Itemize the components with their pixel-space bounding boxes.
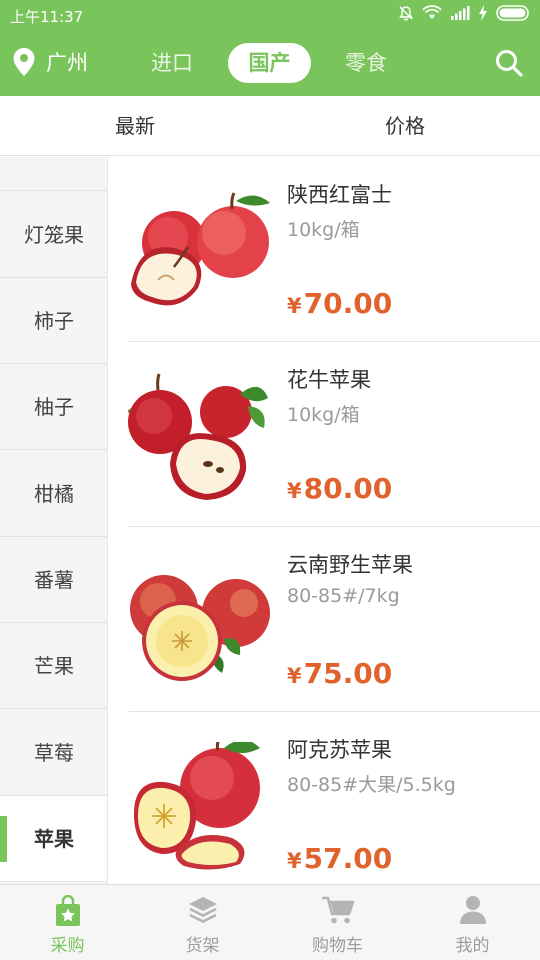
sidebar-item-mango[interactable]: 芒果 (0, 623, 107, 709)
mute-bell-icon (399, 6, 413, 21)
location-selector[interactable]: 广州 (12, 47, 88, 77)
price-value: 57.00 (303, 842, 393, 875)
person-icon (459, 896, 486, 924)
product-image-aksu-apple (134, 742, 260, 870)
tab-domestic[interactable]: 国产 (228, 43, 311, 83)
tab-snacks[interactable]: 零食 (336, 43, 396, 83)
currency-symbol: ¥ (287, 664, 302, 688)
currency-symbol: ¥ (287, 294, 302, 318)
status-icons (398, 5, 532, 21)
currency-symbol: ¥ (287, 479, 302, 503)
currency-symbol: ¥ (287, 849, 302, 873)
layers-icon (188, 897, 217, 923)
tab-label: 购物车 (312, 936, 363, 956)
product-spec: 80-85#/7kg (287, 585, 400, 607)
tab-label: 货架 (185, 936, 220, 956)
product-image-fuji-apple (131, 192, 270, 306)
tab-purchase[interactable]: 采购 (0, 885, 135, 960)
product-spec: 10kg/箱 (287, 219, 360, 241)
tab-imported[interactable]: 进口 (142, 43, 202, 83)
product-name: 花牛苹果 (287, 368, 371, 392)
top-nav: 广州 进口 国产 零食 (0, 30, 540, 96)
sidebar-item-mandarin[interactable]: 柑橘 (0, 451, 107, 537)
price-value: 70.00 (303, 287, 393, 320)
search-button[interactable] (494, 48, 524, 82)
product-card[interactable]: 云南野生苹果 80-85#/7kg ¥75.00 (108, 527, 540, 712)
sort-bar: 最新 价格 (0, 96, 540, 156)
sort-price-button[interactable]: 价格 (385, 96, 425, 156)
search-icon (496, 50, 523, 77)
product-name: 阿克苏苹果 (287, 738, 392, 762)
status-bar: 上午11:37 (0, 0, 540, 30)
product-spec: 80-85#大果/5.5kg (287, 774, 456, 796)
cart-icon (321, 896, 354, 924)
tab-label: 我的 (455, 936, 490, 956)
sidebar-item-persimmon[interactable]: 柿子 (0, 278, 107, 364)
category-sidebar[interactable]: 灯笼果 柿子 柚子 柑橘 番薯 芒果 草莓 苹果 (0, 157, 108, 884)
sidebar-item-apple[interactable]: 苹果 (0, 796, 107, 882)
location-label: 广州 (46, 51, 88, 75)
tab-shelf[interactable]: 货架 (135, 885, 270, 960)
product-list[interactable]: 陕西红富士 10kg/箱 ¥70.00 花牛苹果 10kg/箱 ¥80.00 云… (108, 157, 540, 884)
product-card[interactable]: 阿克苏苹果 80-85#大果/5.5kg ¥57.00 (108, 712, 540, 884)
sidebar-item-pomelo[interactable]: 柚子 (0, 364, 107, 450)
battery-icon (496, 5, 529, 21)
sort-newest-button[interactable]: 最新 (115, 96, 155, 156)
product-name: 云南野生苹果 (287, 553, 413, 577)
status-time: 上午11:37 (10, 8, 84, 26)
sidebar-item-strawberry[interactable]: 草莓 (0, 710, 107, 796)
charging-icon (479, 5, 487, 21)
product-price: ¥57.00 (287, 842, 392, 875)
location-pin-icon (13, 48, 35, 76)
product-card[interactable]: 花牛苹果 10kg/箱 ¥80.00 (108, 342, 540, 527)
tab-mine[interactable]: 我的 (405, 885, 540, 960)
signal-icon (451, 6, 470, 20)
sidebar-item-partial[interactable] (0, 157, 107, 191)
product-price: ¥70.00 (287, 287, 392, 320)
bottom-tab-bar: 采购 货架 购物车 我的 (0, 884, 540, 960)
price-value: 80.00 (303, 472, 393, 505)
product-spec: 10kg/箱 (287, 404, 360, 426)
product-price: ¥80.00 (287, 472, 392, 505)
sidebar-item-sweet-potato[interactable]: 番薯 (0, 537, 107, 623)
tab-label: 采购 (50, 936, 85, 956)
product-price: ¥75.00 (287, 657, 392, 690)
price-value: 75.00 (303, 657, 393, 690)
product-image-huaniu-apple (128, 373, 268, 500)
product-card[interactable]: 陕西红富士 10kg/箱 ¥70.00 (108, 157, 540, 342)
product-image-yunnan-apple (130, 575, 270, 681)
sidebar-item-goldenberry[interactable]: 灯笼果 (0, 192, 107, 278)
product-name: 陕西红富士 (287, 183, 392, 207)
wifi-icon (422, 5, 442, 19)
shopping-bag-star-icon (55, 895, 80, 926)
tab-cart[interactable]: 购物车 (270, 885, 405, 960)
